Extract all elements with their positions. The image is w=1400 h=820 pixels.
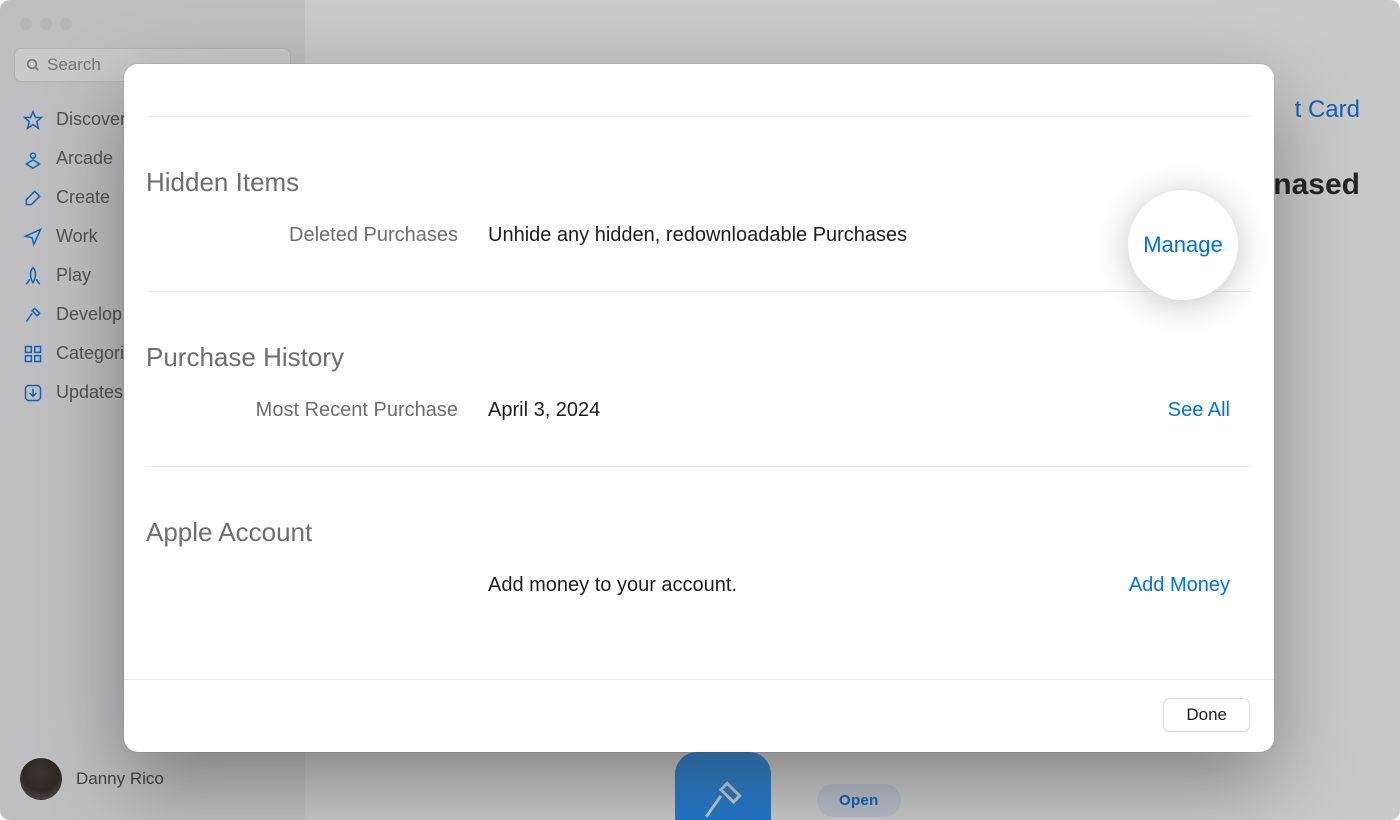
row-label: Most Recent Purchase [146,399,488,422]
account-settings-sheet: Hidden Items Deleted Purchases Unhide an… [124,64,1274,752]
row-value: Add money to your account. [488,574,1129,597]
section-title: Purchase History [146,342,1252,373]
done-button[interactable]: Done [1163,698,1250,732]
section-purchase-history: Purchase History Most Recent Purchase Ap… [146,292,1252,467]
row-add-money: Add money to your account. Add Money [146,574,1252,597]
section-apple-account: Apple Account Add money to your account.… [146,467,1252,641]
section-title: Apple Account [146,517,1252,548]
row-label: Deleted Purchases [146,224,488,247]
section-hidden-items: Hidden Items Deleted Purchases Unhide an… [146,117,1252,292]
manage-label: Manage [1143,232,1223,258]
sheet-footer: Done [124,679,1274,752]
see-all-link[interactable]: See All [1168,399,1252,422]
row-most-recent-purchase: Most Recent Purchase April 3, 2024 See A… [146,399,1252,422]
manage-button[interactable]: Manage [1128,190,1238,300]
row-deleted-purchases: Deleted Purchases Unhide any hidden, red… [146,224,1252,247]
row-value: April 3, 2024 [488,399,1168,422]
add-money-link[interactable]: Add Money [1129,574,1252,597]
section-title: Hidden Items [146,167,1252,198]
